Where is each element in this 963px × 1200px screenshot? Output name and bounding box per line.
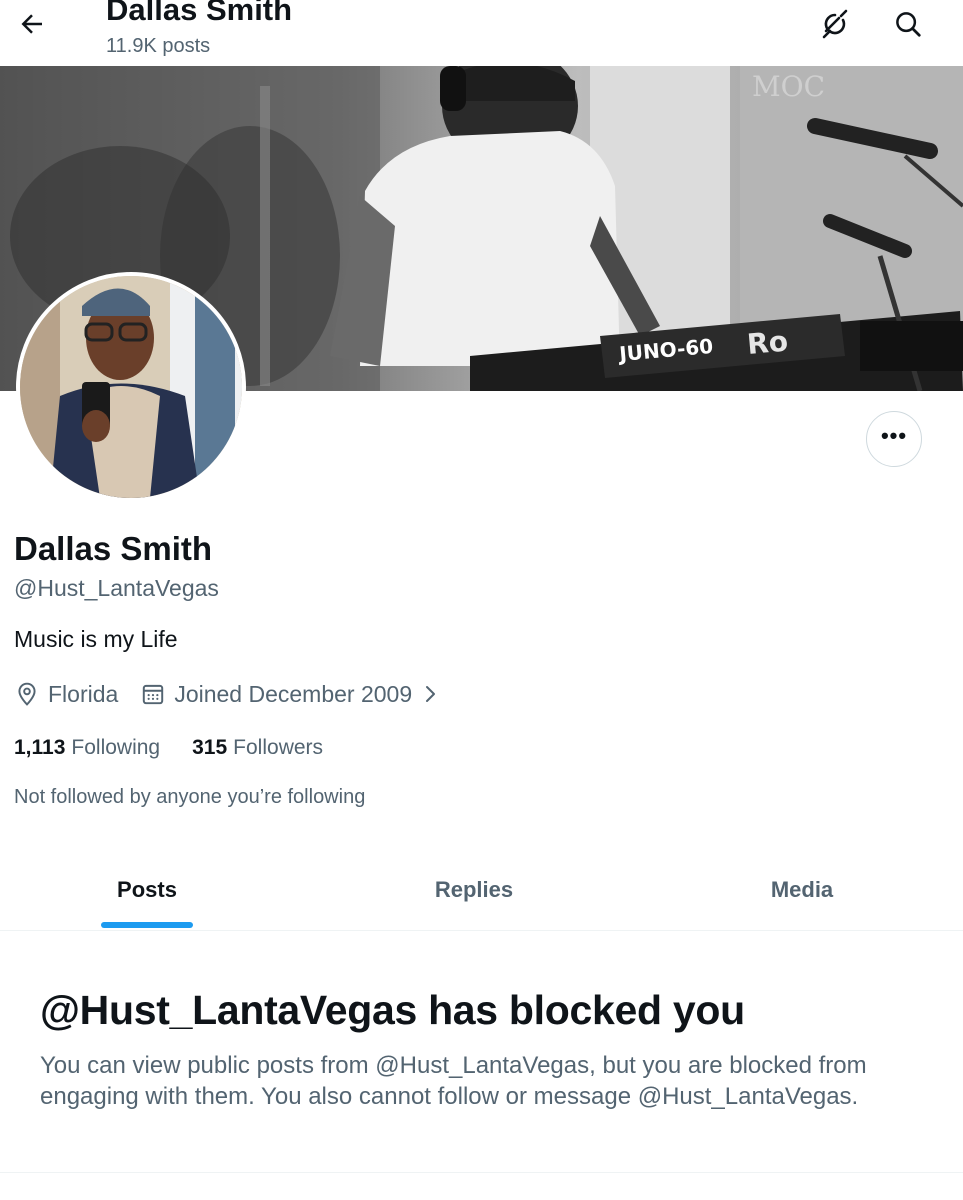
svg-text:MOC: MOC <box>752 70 825 103</box>
tab-media[interactable]: Media <box>655 850 949 930</box>
followers-link[interactable]: 315 Followers <box>192 734 323 762</box>
following-label: Following <box>71 736 161 759</box>
active-tab-indicator <box>101 922 193 928</box>
profile-meta: Florida Joined December 2009 <box>14 678 472 710</box>
arrow-left-icon <box>21 14 42 34</box>
divider <box>0 1172 963 1173</box>
avatar-photo <box>20 276 242 498</box>
following-count: 1,113 <box>14 736 66 759</box>
joined-label: Joined December 2009 <box>174 680 413 707</box>
tab-posts[interactable]: Posts <box>0 850 294 930</box>
more-options-button[interactable]: ••• <box>866 411 922 467</box>
header-post-count: 11.9K posts <box>106 35 211 57</box>
profile-stats: 1,113 Following 315 Followers <box>14 734 355 762</box>
blocked-title: @Hust_LantaVegas has blocked you <box>40 987 745 1033</box>
following-link[interactable]: 1,113 Following <box>14 734 160 762</box>
blocked-body: You can view public posts from @Hust_Lan… <box>40 1052 867 1110</box>
profile-location: Florida <box>14 681 118 708</box>
search-icon <box>896 12 921 37</box>
top-bar: Dallas Smith 11.9K posts <box>0 0 963 66</box>
header-title: Dallas Smith <box>106 0 293 27</box>
location-pin-icon <box>18 682 36 706</box>
profile-name: Dallas Smith <box>14 530 213 567</box>
search-button[interactable] <box>888 4 928 44</box>
chevron-right-icon <box>426 686 436 702</box>
followers-count: 315 <box>192 736 228 759</box>
profile-avatar[interactable] <box>16 272 246 502</box>
profile-tabs: Posts Replies Media <box>0 850 963 931</box>
more-horizontal-icon: ••• <box>880 423 908 448</box>
profile-bio: Music is my Life <box>14 626 178 652</box>
grok-button[interactable] <box>816 4 856 44</box>
location-label: Florida <box>48 680 119 707</box>
followers-label: Followers <box>233 736 324 759</box>
followed-by-note: Not followed by anyone you’re following <box>14 786 366 808</box>
tab-replies[interactable]: Replies <box>327 850 621 930</box>
profile-handle: @Hust_LantaVegas <box>14 575 219 601</box>
calendar-icon <box>143 684 164 705</box>
keyboard-brand: Ro <box>746 325 790 361</box>
profile-joined[interactable]: Joined December 2009 <box>140 681 450 708</box>
back-button[interactable] <box>14 6 50 42</box>
grok-icon <box>822 9 848 39</box>
